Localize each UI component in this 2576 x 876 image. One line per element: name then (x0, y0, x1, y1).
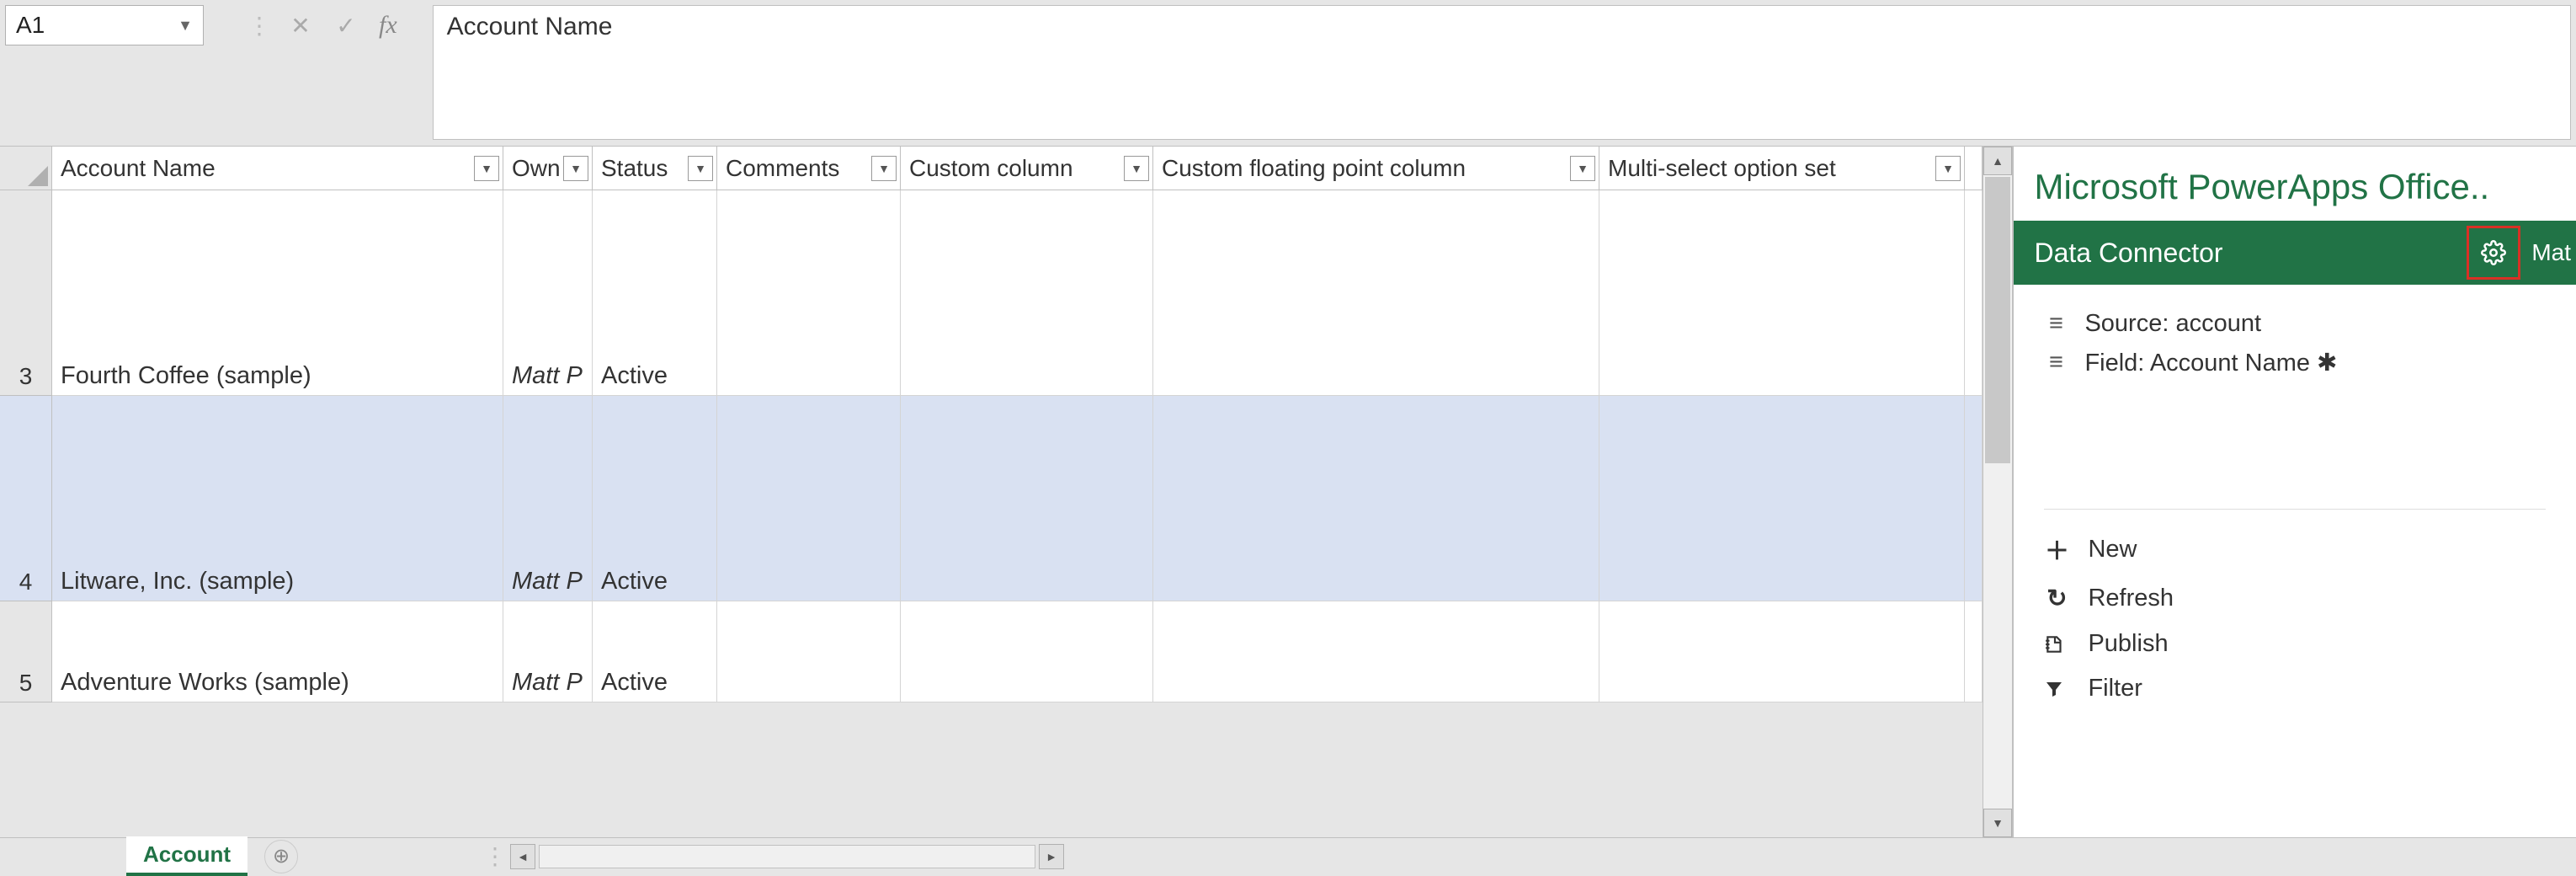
column-header-multi-select[interactable]: Multi-select option set ▼ (1599, 147, 1965, 190)
chevron-down-icon[interactable]: ▼ (178, 17, 193, 35)
row-header[interactable]: 3 (0, 190, 52, 396)
sheet-tab-account[interactable]: Account (126, 836, 247, 876)
cell[interactable] (1153, 601, 1599, 702)
cell[interactable]: Matt P (503, 190, 593, 396)
cell[interactable] (1965, 601, 1983, 702)
cell[interactable]: Fourth Coffee (sample) (52, 190, 503, 396)
cell[interactable] (901, 601, 1153, 702)
column-header-comments[interactable]: Comments ▼ (717, 147, 901, 190)
divider (2044, 509, 2546, 510)
column-header-own[interactable]: Own ▼ (503, 147, 593, 190)
cell[interactable] (1153, 190, 1599, 396)
filter-icon (2044, 679, 2069, 699)
column-header-custom-column[interactable]: Custom column ▼ (901, 147, 1153, 190)
table-row[interactable]: 3Fourth Coffee (sample)Matt PActive (0, 190, 1983, 396)
panel-header: Data Connector Mat (2014, 221, 2576, 285)
filter-dropdown-icon[interactable]: ▼ (474, 156, 499, 181)
fx-icon[interactable]: fx (379, 11, 397, 40)
panel-user-label: Mat (2531, 239, 2571, 266)
field-info-line: ≡ Field: Account Name ✱ (2044, 343, 2546, 382)
scroll-left-button[interactable]: ◄ (510, 844, 535, 869)
name-box[interactable]: A1 ▼ (5, 5, 204, 45)
filter-dropdown-icon[interactable]: ▼ (563, 156, 588, 181)
scroll-down-button[interactable]: ▼ (1983, 809, 2012, 837)
filter-dropdown-icon[interactable]: ▼ (1124, 156, 1149, 181)
scroll-thumb[interactable] (1985, 177, 2010, 463)
cell[interactable] (1965, 190, 1983, 396)
formula-bar: A1 ▼ ⋮ ✕ ✓ fx Account Name (0, 0, 2576, 147)
filter-dropdown-icon[interactable]: ▼ (1570, 156, 1595, 181)
cell[interactable]: Matt P (503, 601, 593, 702)
spreadsheet-grid: Account Name ▼ Own ▼ Status ▼ Comments ▼… (0, 147, 1983, 837)
list-icon: ≡ (2044, 310, 2068, 338)
cell[interactable]: Active (593, 190, 717, 396)
cell[interactable] (717, 190, 901, 396)
source-info-line: ≡ Source: account (2044, 305, 2546, 343)
publish-action[interactable]: Publish (2044, 622, 2546, 666)
cancel-formula-button[interactable]: ✕ (278, 5, 323, 45)
column-headers-row: Account Name ▼ Own ▼ Status ▼ Comments ▼… (0, 147, 1983, 190)
cell-reference: A1 (16, 12, 178, 39)
cell[interactable] (1599, 601, 1965, 702)
cell[interactable]: Adventure Works (sample) (52, 601, 503, 702)
powerapps-side-panel: Microsoft PowerApps Office.. Data Connec… (2012, 147, 2576, 837)
list-icon: ≡ (2044, 349, 2068, 377)
column-header-status[interactable]: Status ▼ (593, 147, 717, 190)
cell[interactable]: Active (593, 396, 717, 601)
cell[interactable]: Litware, Inc. (sample) (52, 396, 503, 601)
panel-header-label: Data Connector (2034, 238, 2222, 269)
cell[interactable] (1599, 396, 1965, 601)
sheet-tabs-bar: Account ⊕ ⋮ ◄ ► (0, 837, 2576, 874)
column-header-custom-float[interactable]: Custom floating point column ▼ (1153, 147, 1599, 190)
gear-icon (2481, 240, 2506, 265)
cell[interactable] (717, 601, 901, 702)
scroll-right-button[interactable]: ► (1039, 844, 1064, 869)
cell[interactable] (901, 190, 1153, 396)
select-all-corner[interactable] (0, 147, 52, 190)
add-sheet-button[interactable]: ⊕ (264, 840, 298, 873)
column-header-account-name[interactable]: Account Name ▼ (52, 147, 503, 190)
settings-button-highlighted[interactable] (2467, 226, 2520, 280)
cell[interactable] (1599, 190, 1965, 396)
panel-body: ≡ Source: account ≡ Field: Account Name … (2014, 285, 2576, 731)
cell[interactable]: Active (593, 601, 717, 702)
cell[interactable] (1153, 396, 1599, 601)
refresh-icon: ↻ (2044, 584, 2069, 613)
column-header-extra[interactable] (1965, 147, 1983, 190)
refresh-action[interactable]: ↻ Refresh (2044, 575, 2546, 622)
separator-icon: ⋮ (247, 12, 271, 40)
filter-dropdown-icon[interactable]: ▼ (871, 156, 897, 181)
table-row[interactable]: 5Adventure Works (sample)Matt PActive (0, 601, 1983, 702)
row-header[interactable]: 4 (0, 396, 52, 601)
formula-controls: ⋮ ✕ ✓ fx (241, 5, 407, 45)
plus-icon: ＋ (2044, 531, 2069, 567)
table-row[interactable]: 4Litware, Inc. (sample)Matt PActive (0, 396, 1983, 601)
cell[interactable] (1965, 396, 1983, 601)
row-header[interactable]: 5 (0, 601, 52, 702)
separator-icon: ⋮ (483, 842, 507, 870)
horizontal-scroll-area: ⋮ ◄ ► (483, 842, 2576, 870)
cell[interactable] (901, 396, 1153, 601)
filter-dropdown-icon[interactable]: ▼ (688, 156, 713, 181)
filter-dropdown-icon[interactable]: ▼ (1935, 156, 1961, 181)
cell[interactable] (717, 396, 901, 601)
filter-action[interactable]: Filter (2044, 666, 2546, 711)
cell[interactable]: Matt P (503, 396, 593, 601)
panel-title: Microsoft PowerApps Office.. (2014, 147, 2576, 221)
accept-formula-button[interactable]: ✓ (323, 5, 369, 45)
formula-input[interactable]: Account Name (433, 5, 2571, 140)
scroll-up-button[interactable]: ▲ (1983, 147, 2012, 175)
new-action[interactable]: ＋ New (2044, 523, 2546, 575)
publish-icon (2044, 633, 2069, 655)
vertical-scrollbar[interactable]: ▲ ▼ (1983, 147, 2012, 837)
